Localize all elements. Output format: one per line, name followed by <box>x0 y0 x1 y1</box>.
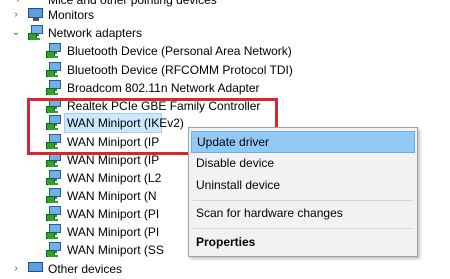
tree-label-other-devices: Other devices <box>48 262 123 276</box>
network-adapter-icon <box>46 62 62 78</box>
device-manager-tree: › Mice and other pointing devices › Moni… <box>0 0 450 276</box>
chevron-down-icon[interactable]: ⌄ <box>10 23 22 43</box>
menu-separator <box>193 200 413 201</box>
network-adapter-icon <box>28 25 44 41</box>
network-adapter-icon <box>46 170 62 186</box>
chevron-right-icon[interactable]: › <box>10 5 22 25</box>
chevron-right-icon[interactable]: › <box>10 259 22 279</box>
adapter-label: WAN Miniport (SS <box>67 243 164 257</box>
network-adapter-icon <box>46 242 62 258</box>
adapter-label: WAN Miniport (PI <box>67 225 160 239</box>
adapter-label: Bluetooth Device (Personal Area Network) <box>67 44 292 58</box>
adapter-label: WAN Miniport (PI <box>67 207 160 221</box>
network-adapter-icon <box>46 43 62 59</box>
menu-item-properties[interactable]: Properties <box>191 231 415 253</box>
network-adapter-icon <box>46 206 62 222</box>
adapter-label: WAN Miniport (L2 <box>67 171 162 185</box>
network-adapter-icon <box>46 188 62 204</box>
adapter-label: Broadcom 802.11n Network Adapter <box>67 81 260 95</box>
menu-item-scan-hardware[interactable]: Scan for hardware changes <box>191 202 415 224</box>
adapter-label: Bluetooth Device (RFCOMM Protocol TDI) <box>67 63 293 77</box>
tree-row-monitors[interactable]: › Monitors <box>0 5 200 25</box>
menu-item-uninstall-device[interactable]: Uninstall device <box>191 174 415 196</box>
adapter-row[interactable]: Bluetooth Device (RFCOMM Protocol TDI) <box>0 60 300 80</box>
monitor-icon <box>28 7 44 23</box>
adapter-label: WAN Miniport (N <box>67 189 157 203</box>
network-adapter-icon <box>46 224 62 240</box>
adapter-row[interactable]: Broadcom 802.11n Network Adapter <box>0 78 300 98</box>
tree-row-network-adapters[interactable]: ⌄ Network adapters <box>0 23 200 43</box>
adapter-row[interactable]: Bluetooth Device (Personal Area Network) <box>0 41 300 61</box>
tree-label-network-adapters: Network adapters <box>48 26 143 40</box>
tree-label-monitors: Monitors <box>48 8 95 22</box>
menu-separator <box>193 228 413 229</box>
menu-item-update-driver[interactable]: Update driver <box>191 131 415 153</box>
network-adapter-icon <box>46 80 62 96</box>
tree-row-other-devices[interactable]: › Other devices <box>0 259 200 279</box>
unknown-device-icon <box>28 261 44 277</box>
menu-item-disable-device[interactable]: Disable device <box>191 152 415 174</box>
context-menu: Update driver Disable device Uninstall d… <box>188 127 418 257</box>
